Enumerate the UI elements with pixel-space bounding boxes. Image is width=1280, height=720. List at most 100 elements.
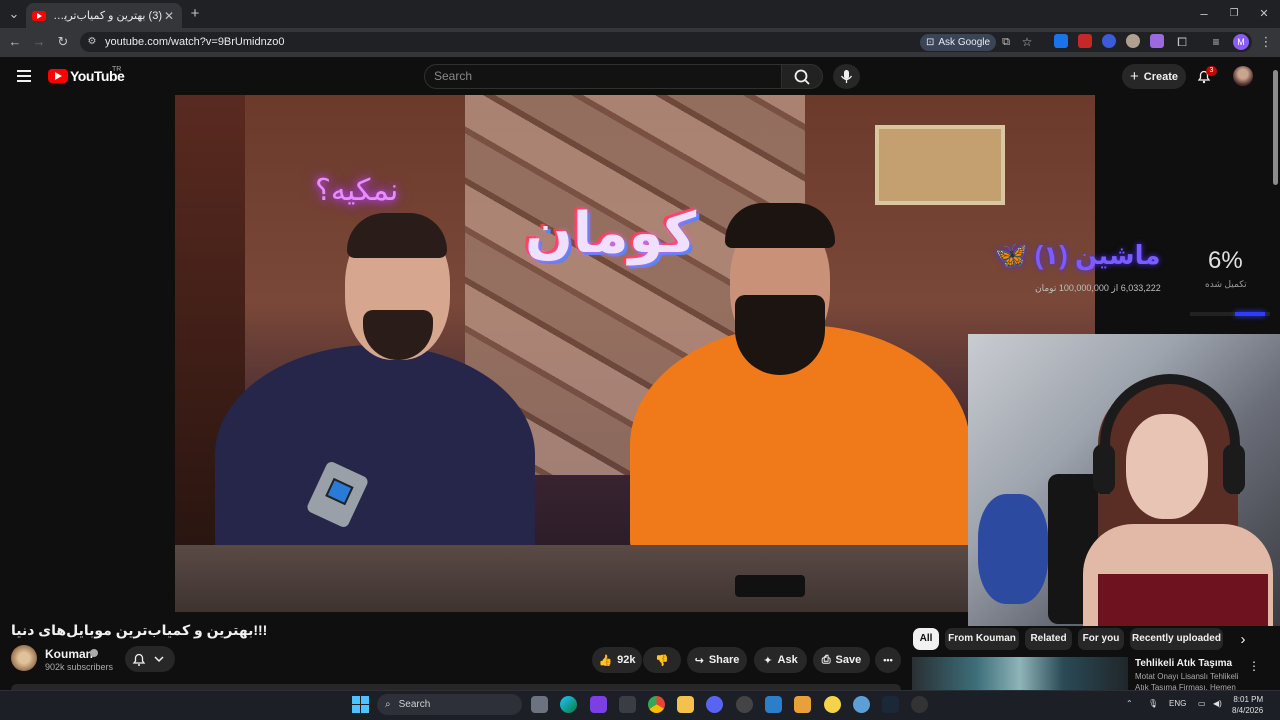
bookmark-icon: ⎙ bbox=[821, 653, 831, 666]
hamburger-menu-icon[interactable] bbox=[17, 70, 31, 82]
channel-name[interactable]: Kouman bbox=[45, 647, 93, 661]
create-label: Create bbox=[1143, 70, 1178, 83]
headset-left-cup bbox=[1093, 444, 1115, 494]
minimize-button[interactable]: – bbox=[1194, 4, 1214, 24]
steam-icon[interactable] bbox=[882, 696, 899, 713]
create-button[interactable]: + Create bbox=[1122, 64, 1186, 89]
neon-sign-logo: کومان bbox=[525, 201, 697, 264]
language-indicator[interactable]: ENG bbox=[1169, 699, 1186, 708]
search-input[interactable] bbox=[434, 69, 764, 83]
extension-purple-icon[interactable] bbox=[1150, 34, 1164, 48]
youtube-logo-icon[interactable] bbox=[48, 69, 68, 83]
task-view-icon[interactable] bbox=[531, 696, 548, 713]
extensions-puzzle-icon[interactable]: ⧠ bbox=[1172, 32, 1192, 52]
recommendation-subtitle-2: Atık Taşıma Firması. Hemen bbox=[1135, 683, 1236, 690]
ask-label: Ask bbox=[777, 654, 798, 666]
streamer-top bbox=[1098, 574, 1268, 626]
app-chat-icon[interactable] bbox=[736, 696, 753, 713]
install-app-icon[interactable]: ⧉ bbox=[996, 32, 1016, 52]
plus-icon: + bbox=[1129, 68, 1139, 85]
account-avatar[interactable] bbox=[1233, 66, 1253, 86]
app-r-icon[interactable] bbox=[590, 696, 607, 713]
extension-cookie-icon[interactable] bbox=[1126, 34, 1140, 48]
tab-search-chevron-icon[interactable]: ⌄ bbox=[4, 4, 24, 24]
video-player[interactable]: نمکیه؟ کومان bbox=[175, 95, 1095, 612]
new-tab-button[interactable]: + bbox=[185, 4, 205, 24]
recommendation-menu-icon[interactable]: ⋮ bbox=[1248, 659, 1260, 673]
person-left-shirt bbox=[215, 345, 535, 565]
reading-list-icon[interactable]: ≡ bbox=[1206, 32, 1226, 52]
browser-tab-active[interactable]: (3) بهترین و کمیاب‌ترین موبایل‌های دنیا … bbox=[26, 3, 182, 28]
voice-search-button[interactable] bbox=[833, 64, 860, 89]
chip-all[interactable]: All bbox=[913, 628, 939, 650]
share-arrow-icon: ↪ bbox=[694, 654, 704, 667]
chips-next-chevron-icon[interactable]: › bbox=[1233, 630, 1253, 650]
verified-badge-icon bbox=[90, 649, 98, 657]
taskbar-search-label: Search bbox=[398, 699, 431, 710]
windows-start-icon[interactable] bbox=[352, 696, 369, 713]
extension-red-icon[interactable] bbox=[1078, 34, 1092, 48]
thumbs-down-icon: 👎 bbox=[655, 654, 669, 667]
donation-goal-bar-fill bbox=[1235, 312, 1265, 316]
app-orange-icon[interactable] bbox=[794, 696, 811, 713]
save-button[interactable]: ⎙ Save bbox=[813, 647, 870, 673]
search-button[interactable] bbox=[781, 64, 823, 89]
ask-google-button[interactable]: ⊡ Ask Google bbox=[920, 34, 997, 51]
profile-avatar-icon[interactable]: M bbox=[1233, 34, 1249, 50]
extension-translate-icon[interactable] bbox=[1054, 34, 1068, 48]
site-info-icon[interactable]: ⚙ bbox=[82, 32, 102, 52]
app-blue-icon[interactable] bbox=[853, 696, 870, 713]
app-check-icon[interactable] bbox=[765, 696, 782, 713]
region-code: TR bbox=[112, 66, 122, 73]
tab-close-icon[interactable]: ✕ bbox=[162, 9, 176, 23]
more-actions-button[interactable]: ••• bbox=[875, 647, 901, 673]
video-title: !!!بهترین و کمیاب‌ترین موبایل‌های دنیا bbox=[11, 622, 268, 638]
chip-related[interactable]: Related bbox=[1025, 628, 1072, 650]
subscribed-notification-button[interactable] bbox=[125, 646, 175, 672]
app-yellow-icon[interactable] bbox=[824, 696, 841, 713]
file-explorer-icon[interactable] bbox=[677, 696, 694, 713]
channel-avatar[interactable] bbox=[11, 645, 37, 671]
windows-taskbar bbox=[0, 690, 1280, 720]
chip-from-kouman[interactable]: From Kouman bbox=[945, 628, 1019, 650]
taskbar-search-icon: ⌕ bbox=[385, 699, 391, 710]
chip-recently-uploaded[interactable]: Recently uploaded bbox=[1130, 628, 1223, 650]
scrollbar-thumb[interactable] bbox=[1273, 70, 1278, 185]
donation-goal-percent-label: تکمیل شده bbox=[1205, 279, 1247, 289]
extension-blue-icon[interactable] bbox=[1102, 34, 1116, 48]
donation-goal-percent: 6% bbox=[1208, 247, 1243, 274]
tray-mic-icon[interactable]: 🎙 bbox=[1148, 699, 1158, 708]
bookmark-star-icon[interactable]: ☆ bbox=[1017, 32, 1037, 52]
dislike-button[interactable]: 👎 bbox=[643, 647, 681, 673]
google-lens-icon: ⊡ bbox=[926, 37, 935, 48]
taskbar-search[interactable]: ⌕ Search bbox=[377, 694, 522, 715]
discord-icon[interactable] bbox=[706, 696, 723, 713]
back-arrow-icon[interactable]: ← bbox=[5, 32, 25, 52]
reload-icon[interactable]: ↻ bbox=[53, 32, 73, 52]
browser-menu-icon[interactable]: ⋮ bbox=[1256, 32, 1276, 52]
close-window-button[interactable]: ✕ bbox=[1254, 4, 1274, 24]
url-text[interactable]: youtube.com/watch?v=9BrUmidnzo0 bbox=[105, 36, 284, 48]
tray-network-icon[interactable]: ▭ bbox=[1198, 699, 1206, 708]
tray-overflow-chevron-icon[interactable]: ⌃ bbox=[1126, 699, 1133, 708]
tray-volume-icon[interactable]: ◀) bbox=[1213, 699, 1222, 708]
system-clock[interactable]: 8:01 PM 8/4/2026 bbox=[1232, 694, 1263, 716]
like-button[interactable]: 👍 92k bbox=[592, 647, 642, 673]
subscriber-count: 902k subscribers bbox=[45, 662, 114, 672]
media-player-icon[interactable] bbox=[911, 696, 928, 713]
ask-google-label: Ask Google bbox=[938, 37, 991, 48]
headset bbox=[1100, 374, 1240, 494]
recommendation-thumbnail[interactable] bbox=[912, 657, 1128, 690]
share-button[interactable]: ↪ Share bbox=[687, 647, 747, 673]
donation-goal-title: ماشین (۱) 🦋 bbox=[995, 240, 1161, 270]
app-cube-icon[interactable] bbox=[619, 696, 636, 713]
maximize-button[interactable]: ❐ bbox=[1224, 4, 1244, 24]
video-side-area bbox=[1095, 95, 1270, 335]
forward-arrow-icon[interactable]: → bbox=[29, 32, 49, 52]
ask-button[interactable]: ✦ Ask bbox=[754, 647, 807, 673]
clock-date: 8/4/2026 bbox=[1232, 706, 1264, 715]
chip-for-you[interactable]: For you bbox=[1078, 628, 1124, 650]
edge-browser-icon[interactable] bbox=[560, 696, 577, 713]
recommendation-title[interactable]: Tehlikeli Atık Taşıma bbox=[1135, 658, 1232, 669]
chrome-browser-icon[interactable] bbox=[648, 696, 665, 713]
